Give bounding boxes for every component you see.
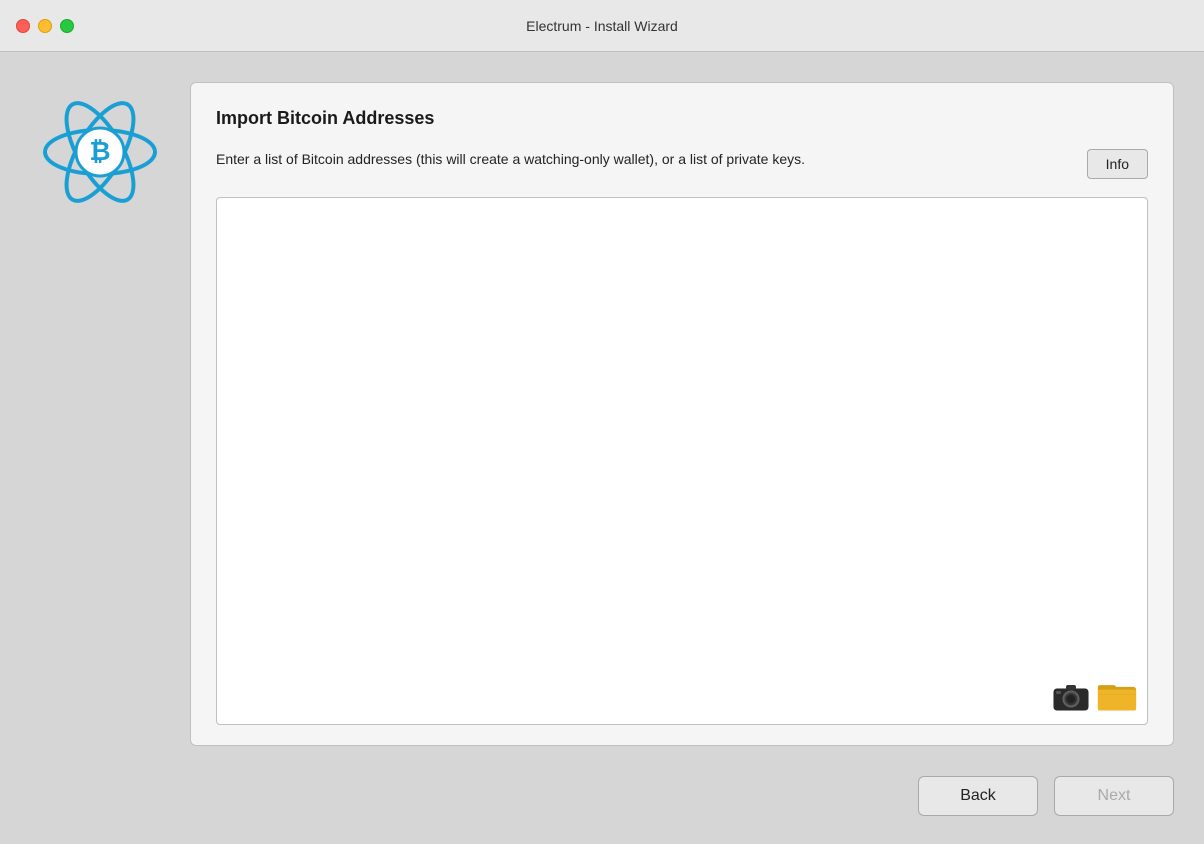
address-textarea-container (216, 197, 1148, 725)
info-button[interactable]: Info (1087, 149, 1148, 179)
bottom-bar: Back Next (0, 776, 1204, 844)
maximize-button[interactable] (60, 19, 74, 33)
panel-description: Enter a list of Bitcoin addresses (this … (216, 149, 1067, 170)
description-row: Enter a list of Bitcoin addresses (this … (216, 149, 1148, 179)
electrum-logo: ₿ (40, 92, 160, 217)
window-title: Electrum - Install Wizard (526, 18, 678, 34)
traffic-lights (16, 19, 74, 33)
logo-area: ₿ (30, 82, 170, 746)
folder-icon[interactable] (1097, 678, 1137, 714)
minimize-button[interactable] (38, 19, 52, 33)
main-panel: Import Bitcoin Addresses Enter a list of… (190, 82, 1174, 746)
textarea-icons (1053, 678, 1137, 714)
back-button[interactable]: Back (918, 776, 1038, 816)
next-button[interactable]: Next (1054, 776, 1174, 816)
close-button[interactable] (16, 19, 30, 33)
address-input[interactable] (217, 198, 1147, 724)
title-bar: Electrum - Install Wizard (0, 0, 1204, 52)
panel-title: Import Bitcoin Addresses (216, 108, 1148, 129)
main-content: ₿ Import Bitcoin Addresses Enter a list … (0, 52, 1204, 776)
svg-text:₿: ₿ (89, 136, 110, 166)
camera-icon[interactable] (1053, 678, 1089, 714)
